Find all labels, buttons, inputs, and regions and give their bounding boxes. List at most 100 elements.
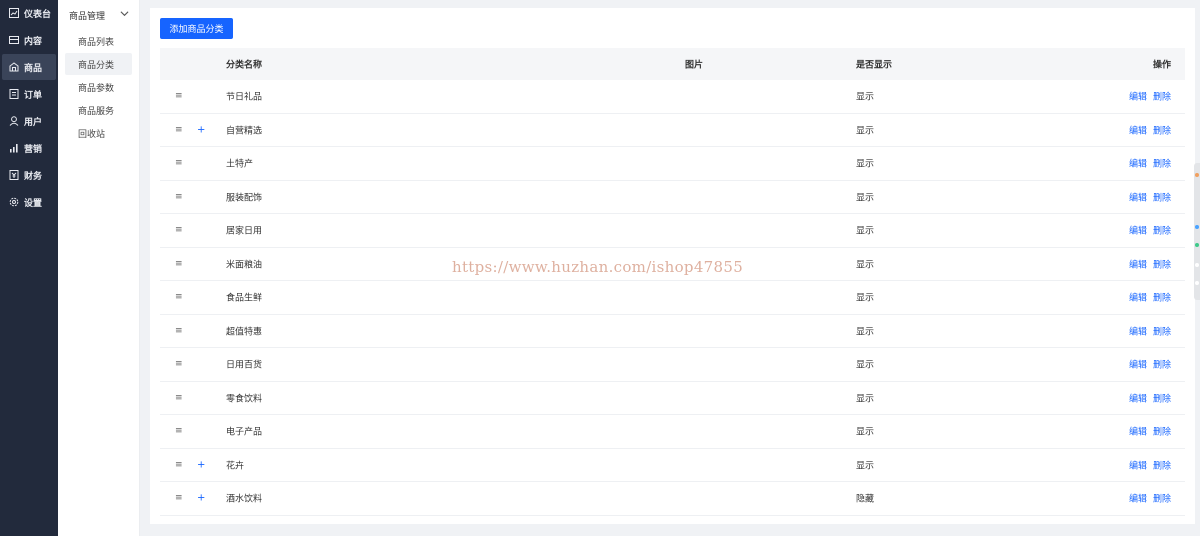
- row-actions: 编辑 删除: [1123, 291, 1171, 304]
- row-actions: 编辑 删除: [1123, 190, 1171, 203]
- category-name: 服装配饰: [226, 193, 263, 204]
- visibility-status: 显示: [856, 92, 875, 103]
- nav-item-6[interactable]: 财务: [2, 162, 56, 188]
- delete-link[interactable]: 删除: [1153, 495, 1171, 505]
- drag-handle-icon[interactable]: ≡: [175, 125, 183, 135]
- header-visible: 是否显示: [856, 60, 893, 71]
- submenu-group-header[interactable]: 商品管理: [58, 0, 139, 30]
- delete-link[interactable]: 删除: [1153, 260, 1171, 270]
- edit-link[interactable]: 编辑: [1129, 126, 1147, 136]
- edit-link[interactable]: 编辑: [1129, 93, 1147, 103]
- delete-link[interactable]: 删除: [1153, 428, 1171, 438]
- submenu-group-title: 商品管理: [69, 11, 106, 22]
- expand-plus-icon[interactable]: +: [197, 493, 205, 504]
- nav-item-7[interactable]: 设置: [2, 189, 56, 215]
- row-actions: 编辑 删除: [1123, 123, 1171, 136]
- visibility-status: 显示: [856, 293, 875, 304]
- edit-link[interactable]: 编辑: [1129, 193, 1147, 203]
- drag-handle-icon[interactable]: ≡: [175, 359, 183, 369]
- table-header: 分类名称 图片 是否显示 操作: [160, 48, 1185, 80]
- submenu-item-1[interactable]: 商品分类: [65, 53, 132, 75]
- nav-item-label: 财务: [24, 171, 43, 182]
- edit-link[interactable]: 编辑: [1129, 495, 1147, 505]
- drag-handle-icon[interactable]: ≡: [175, 493, 183, 503]
- row-actions: 编辑 删除: [1123, 324, 1171, 337]
- drag-handle-icon[interactable]: ≡: [175, 326, 183, 336]
- edit-link[interactable]: 编辑: [1129, 260, 1147, 270]
- table-row: ≡ 居家日用 显示 编辑 删除: [160, 214, 1185, 248]
- drag-handle-icon[interactable]: ≡: [175, 158, 183, 168]
- submenu-item-3[interactable]: 商品服务: [65, 99, 132, 121]
- order-icon: [9, 89, 19, 99]
- visibility-status: 显示: [856, 226, 875, 237]
- visibility-status: 显示: [856, 260, 875, 271]
- table-row: ≡ 节日礼品 显示 编辑 删除: [160, 80, 1185, 114]
- visibility-status: 显示: [856, 461, 875, 472]
- drag-handle-icon[interactable]: ≡: [175, 225, 183, 235]
- drag-handle-icon[interactable]: ≡: [175, 292, 183, 302]
- delete-link[interactable]: 删除: [1153, 227, 1171, 237]
- edit-link[interactable]: 编辑: [1129, 428, 1147, 438]
- delete-link[interactable]: 删除: [1153, 461, 1171, 471]
- expand-plus-icon[interactable]: +: [197, 459, 205, 470]
- delete-link[interactable]: 删除: [1153, 361, 1171, 371]
- nav-item-5[interactable]: 营销: [2, 135, 56, 161]
- visibility-status: 隐藏: [856, 494, 875, 505]
- drag-handle-icon[interactable]: ≡: [175, 91, 183, 101]
- nav-item-3[interactable]: 订单: [2, 81, 56, 107]
- submenu-item-0[interactable]: 商品列表: [65, 30, 132, 52]
- table-row: ≡ 超值特惠 显示 编辑 删除: [160, 315, 1185, 348]
- delete-link[interactable]: 删除: [1153, 126, 1171, 136]
- delete-link[interactable]: 删除: [1153, 394, 1171, 404]
- expand-plus-icon[interactable]: +: [197, 124, 205, 135]
- nav-item-label: 仪表台: [24, 9, 52, 20]
- category-name: 酒水饮料: [226, 494, 263, 505]
- content-icon: [9, 35, 19, 45]
- dashboard-icon: [9, 8, 19, 18]
- settings-icon: [9, 197, 19, 207]
- nav-item-2[interactable]: 商品: [2, 54, 56, 80]
- row-actions: 编辑 删除: [1123, 224, 1171, 237]
- visibility-status: 显示: [856, 427, 875, 438]
- table-row: ≡ 电子产品 显示 编辑 删除: [160, 415, 1185, 449]
- edit-link[interactable]: 编辑: [1129, 294, 1147, 304]
- main-sidebar: 仪表台内容 商品订单用户 营销财务设置: [0, 0, 58, 536]
- submenu-item-4[interactable]: 回收站: [65, 122, 132, 144]
- edit-link[interactable]: 编辑: [1129, 227, 1147, 237]
- finance-icon: [9, 170, 19, 180]
- submenu-item-2[interactable]: 商品参数: [65, 76, 132, 98]
- nav-item-0[interactable]: 仪表台: [2, 0, 56, 26]
- delete-link[interactable]: 删除: [1153, 327, 1171, 337]
- edit-link[interactable]: 编辑: [1129, 160, 1147, 170]
- drag-handle-icon[interactable]: ≡: [175, 460, 183, 470]
- nav-item-label: 订单: [24, 90, 43, 101]
- table-row: ≡ 服装配饰 显示 编辑 删除: [160, 181, 1185, 214]
- category-name: 花卉: [226, 461, 245, 472]
- row-actions: 编辑 删除: [1123, 157, 1171, 170]
- edit-link[interactable]: 编辑: [1129, 461, 1147, 471]
- visibility-status: 显示: [856, 126, 875, 137]
- drag-handle-icon[interactable]: ≡: [175, 192, 183, 202]
- add-category-button[interactable]: 添加商品分类: [160, 18, 233, 39]
- drag-handle-icon[interactable]: ≡: [175, 426, 183, 436]
- edit-link[interactable]: 编辑: [1129, 394, 1147, 404]
- delete-link[interactable]: 删除: [1153, 294, 1171, 304]
- nav-item-1[interactable]: 内容: [2, 27, 56, 53]
- drag-handle-icon[interactable]: ≡: [175, 259, 183, 269]
- drag-handle-icon[interactable]: ≡: [175, 393, 183, 403]
- table-row: ≡ 土特产 显示 编辑 删除: [160, 147, 1185, 181]
- delete-link[interactable]: 删除: [1153, 160, 1171, 170]
- category-name: 自营精选: [226, 126, 263, 137]
- shop-icon: [9, 62, 19, 72]
- row-actions: 编辑 删除: [1123, 391, 1171, 404]
- table-row: ≡ 食品生鲜 显示 编辑 删除: [160, 281, 1185, 315]
- delete-link[interactable]: 删除: [1153, 93, 1171, 103]
- user-icon: [9, 116, 19, 126]
- edit-link[interactable]: 编辑: [1129, 361, 1147, 371]
- row-actions: 编辑 删除: [1123, 90, 1171, 103]
- edit-link[interactable]: 编辑: [1129, 327, 1147, 337]
- table-row: ≡ 米面粮油 显示 编辑 删除: [160, 248, 1185, 281]
- delete-link[interactable]: 删除: [1153, 193, 1171, 203]
- nav-item-4[interactable]: 用户: [2, 108, 56, 134]
- floating-side-tab[interactable]: [1194, 163, 1200, 300]
